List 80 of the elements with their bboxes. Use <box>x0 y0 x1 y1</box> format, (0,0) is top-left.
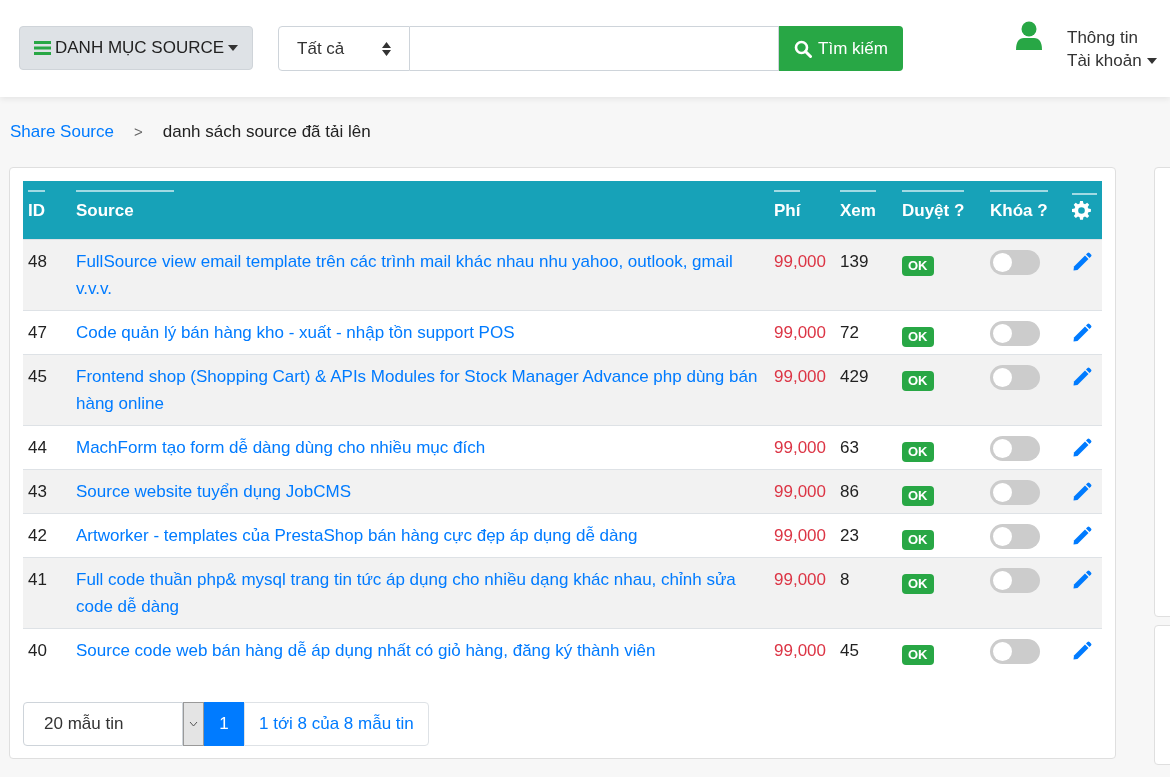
lock-toggle[interactable] <box>990 364 1040 390</box>
views-cell-text: 63 <box>840 436 860 459</box>
price-cell-text: 99,000 <box>774 568 827 591</box>
edit-icon[interactable] <box>1072 481 1092 502</box>
status-badge: OK <box>902 326 934 347</box>
category-menu-button[interactable]: DANH MỤC SOURCE <box>19 26 254 70</box>
status-badge: OK <box>902 573 934 594</box>
price-cell-text: 99,000 <box>774 524 827 547</box>
id-cell-text: 43 <box>28 480 48 503</box>
status-badge: OK <box>902 644 934 665</box>
lock-toggle[interactable] <box>990 435 1040 461</box>
lock-toggle[interactable] <box>990 249 1040 275</box>
lock-toggle[interactable] <box>990 638 1040 664</box>
edit-icon[interactable] <box>1072 366 1092 387</box>
search-field[interactable] <box>410 26 780 71</box>
status-badge: OK <box>902 485 934 506</box>
column-header[interactable]: Phí <box>774 190 801 230</box>
source-link[interactable]: Frontend shop (Shopping Cart) & APIs Modules for Stock Manager Advance php dùng bán hàng online <box>76 362 764 417</box>
page-size-select[interactable]: 20 mẫu tin <box>23 701 183 746</box>
price-cell-text: 99,000 <box>774 321 827 344</box>
views-cell-text: 45 <box>840 639 860 662</box>
status-badge: OK <box>902 255 934 276</box>
user-icon[interactable] <box>1014 20 1044 50</box>
source-link[interactable]: Artworker - templates của PrestaShop bán hàng cực đẹp áp dụng dễ dàng <box>76 521 764 549</box>
column-header[interactable]: Xem <box>840 190 876 230</box>
lock-toggle[interactable] <box>990 479 1040 505</box>
id-cell-text: 47 <box>28 321 48 344</box>
sort-arrows-icon <box>382 41 392 56</box>
edit-icon[interactable] <box>1072 640 1092 661</box>
views-cell-text: 23 <box>840 524 860 547</box>
edit-icon[interactable] <box>1072 437 1092 458</box>
lock-toggle[interactable] <box>990 320 1040 346</box>
source-link[interactable]: Full code thuần php& mysql trang tin tức áp dụng cho nhiều dạng khác nhau, chỉnh sửa code dễ dàng <box>76 565 764 620</box>
views-cell-text: 86 <box>840 480 860 503</box>
price-cell-text: 99,000 <box>774 639 827 662</box>
account-menu[interactable]: Thông tin Tài khoản <box>1067 26 1157 72</box>
search-button[interactable]: Tìm kiếm <box>779 26 903 71</box>
source-link[interactable]: Source website tuyển dụng JobCMS <box>76 477 764 505</box>
id-cell-text: 40 <box>28 639 48 662</box>
search-icon <box>794 39 813 58</box>
status-badge: OK <box>902 370 934 391</box>
breadcrumb-separator: > <box>133 121 143 142</box>
price-cell-text: 99,000 <box>774 250 827 273</box>
id-cell-text: 45 <box>28 365 48 388</box>
settings-icon[interactable] <box>1072 201 1091 221</box>
id-cell-text: 48 <box>28 250 48 273</box>
breadcrumb-current: danh sách source đã tải lên <box>162 121 371 144</box>
edit-icon[interactable] <box>1072 569 1092 590</box>
column-header[interactable]: Source <box>76 190 174 230</box>
source-link[interactable]: MachForm tạo form dễ dàng dùng cho nhiều mục đích <box>76 433 764 461</box>
source-link[interactable]: FullSource view email template trên các trình mail khác nhau nhu yahoo, outlook, gmail v.v.v. <box>76 247 764 302</box>
lock-toggle[interactable] <box>990 523 1040 549</box>
status-badge: OK <box>902 441 934 462</box>
views-cell-text: 8 <box>840 568 851 591</box>
id-cell-text: 44 <box>28 436 48 459</box>
views-cell-text: 429 <box>840 365 870 388</box>
source-link[interactable]: Code quản lý bán hàng kho - xuất - nhập tồn support POS <box>76 318 764 346</box>
edit-icon[interactable] <box>1072 525 1092 546</box>
id-cell-text: 42 <box>28 524 48 547</box>
page-button[interactable]: 1 <box>204 701 244 746</box>
column-header[interactable]: Khóa ? <box>990 190 1048 230</box>
id-cell-text: 41 <box>28 568 48 591</box>
record-summary: 1 tới 8 của 8 mẫu tin <box>244 701 429 746</box>
menu-icon <box>34 41 51 55</box>
status-badge: OK <box>902 529 934 550</box>
breadcrumb-link[interactable]: Share Source <box>10 119 114 145</box>
source-link[interactable]: Source code web bán hàng dễ áp dụng nhất có giỏ hàng, đăng ký thành viên <box>76 636 764 664</box>
edit-icon[interactable] <box>1072 251 1092 272</box>
views-cell-text: 139 <box>840 250 870 273</box>
lock-toggle[interactable] <box>990 567 1040 593</box>
views-cell-text: 72 <box>840 321 860 344</box>
caret-icon <box>228 45 239 51</box>
price-cell-text: 99,000 <box>774 436 827 459</box>
caret-icon <box>1146 57 1157 64</box>
price-cell-text: 99,000 <box>774 365 827 388</box>
column-header[interactable]: Duyệt ? <box>902 190 965 230</box>
price-cell-text: 99,000 <box>774 480 827 503</box>
column-header[interactable]: ID <box>28 190 45 230</box>
edit-icon[interactable] <box>1072 322 1092 343</box>
category-select[interactable]: Tất cả <box>278 26 411 71</box>
